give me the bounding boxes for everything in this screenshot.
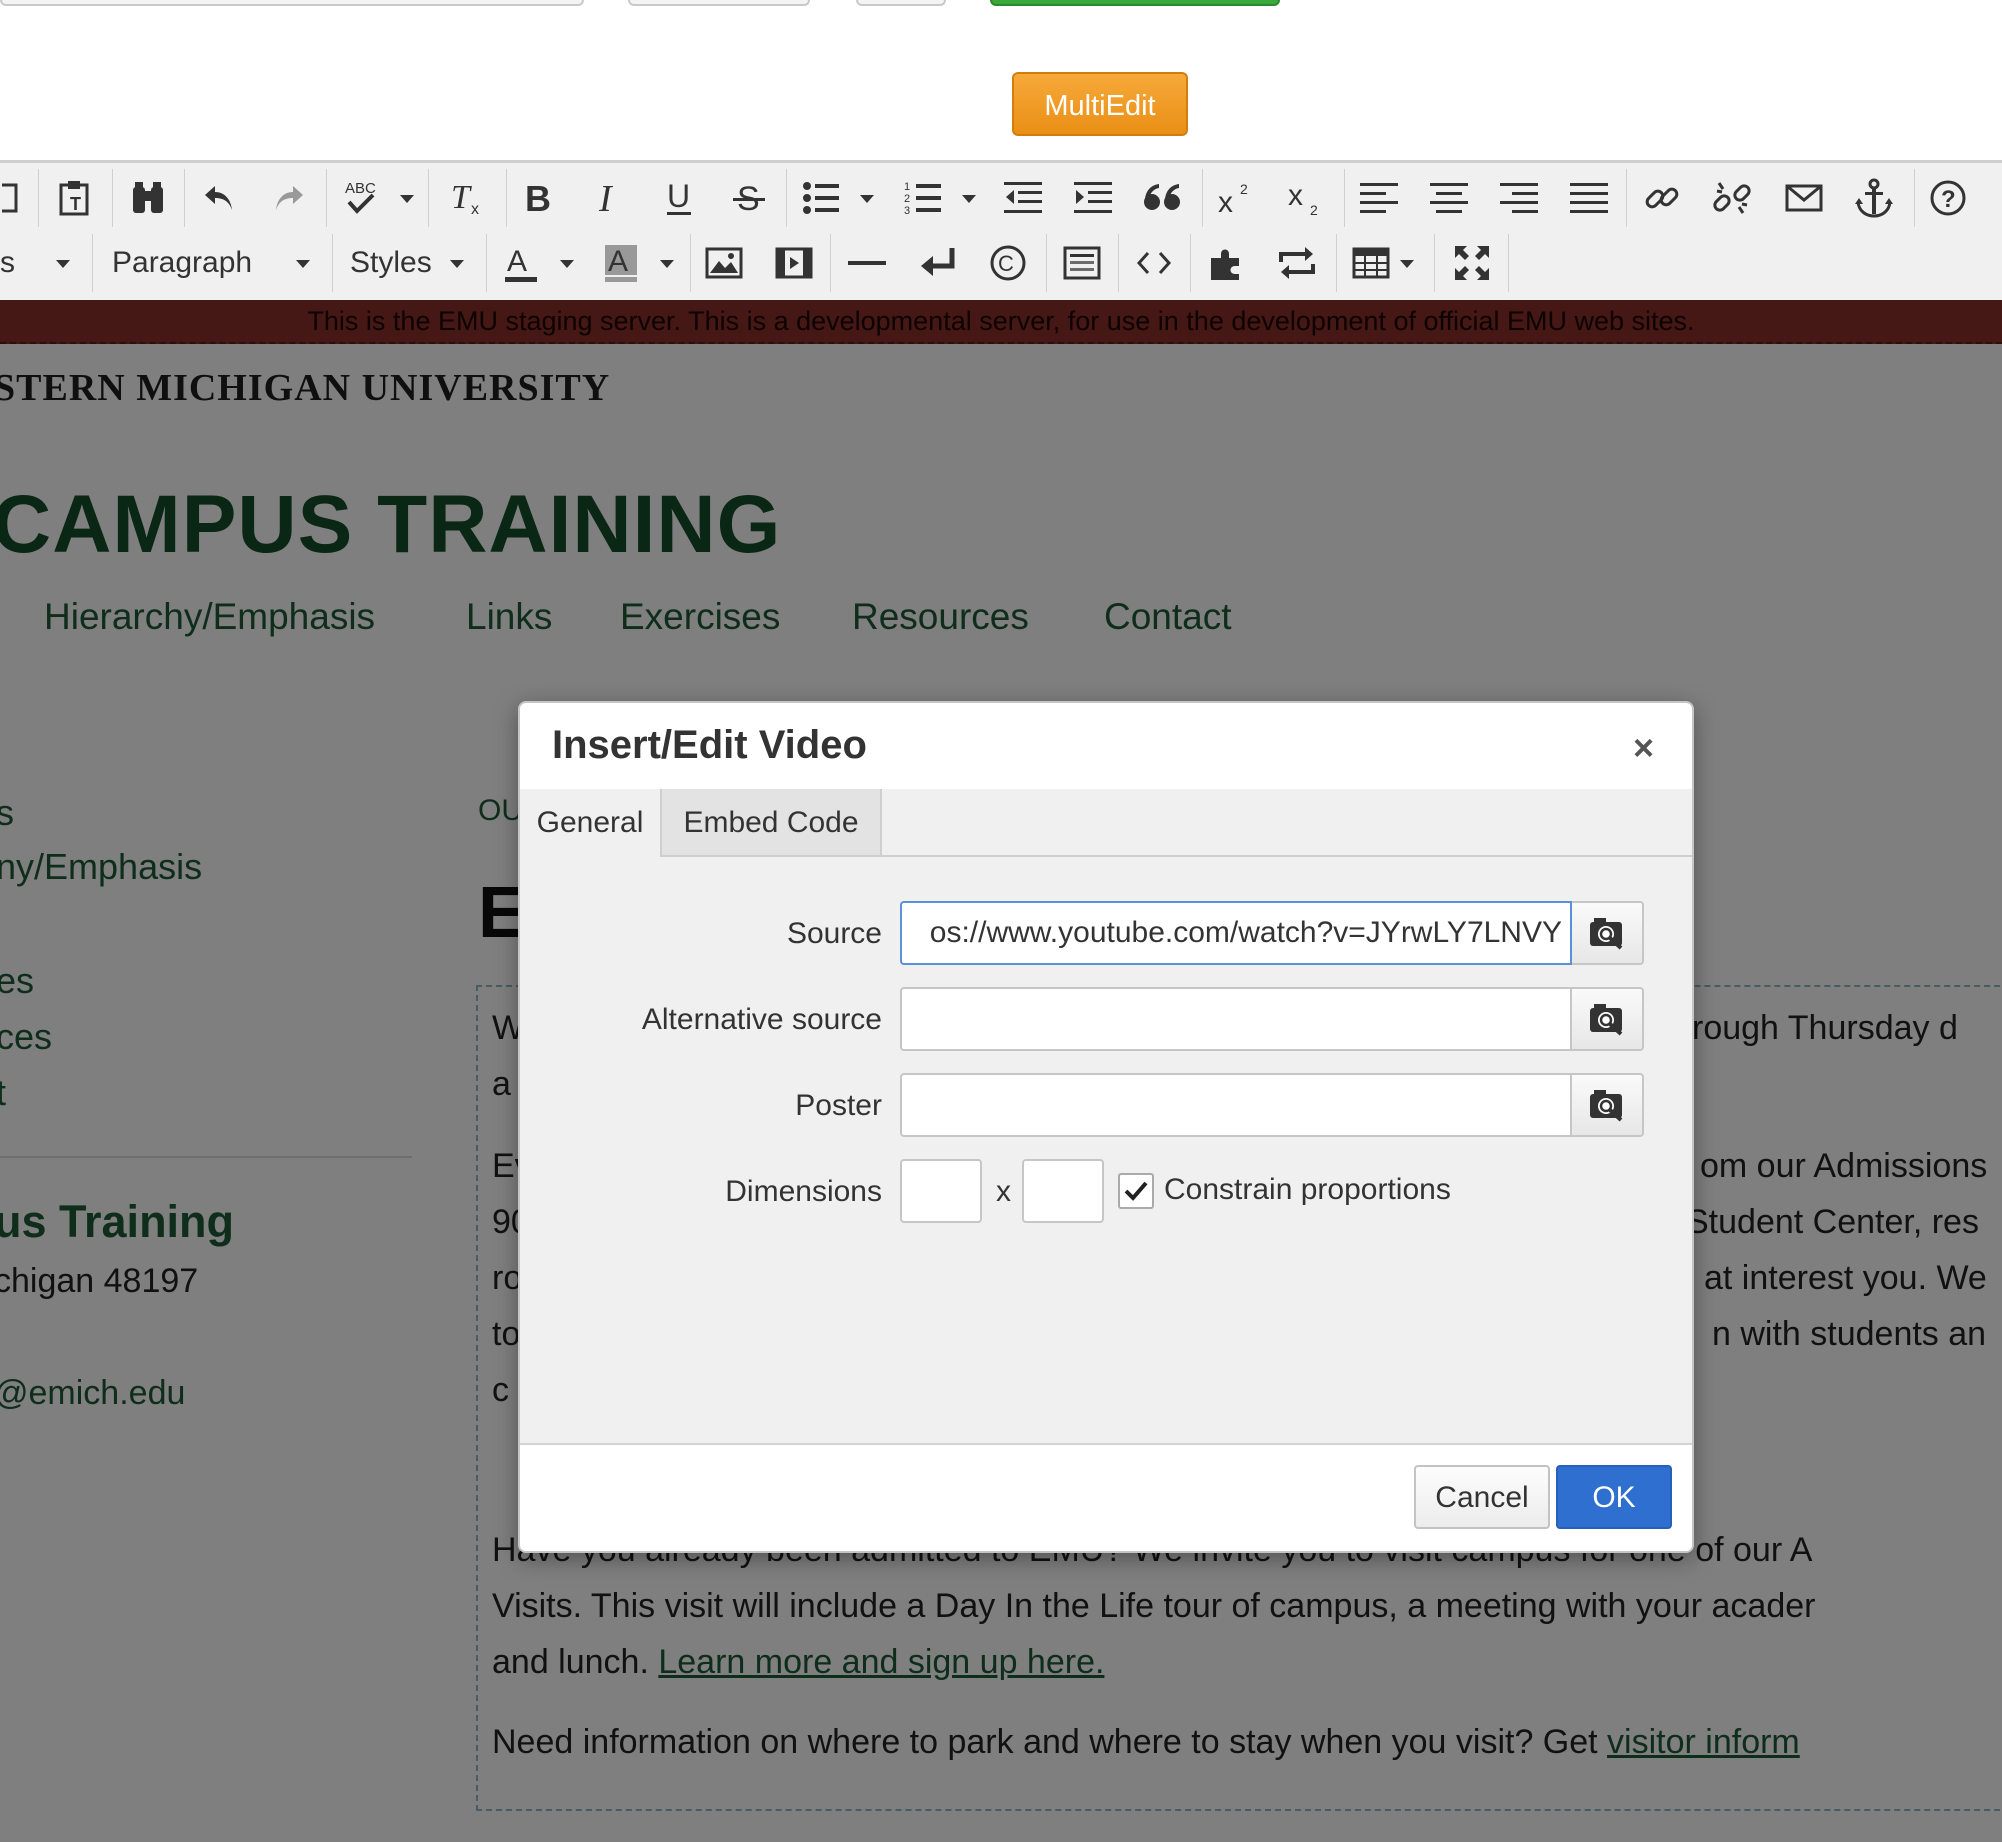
svg-text:2: 2 bbox=[1240, 181, 1248, 197]
fullscreen-icon[interactable] bbox=[1444, 230, 1500, 296]
alt-source-label: Alternative source bbox=[641, 1003, 882, 1036]
dialog-footer: Cancel OK bbox=[520, 1443, 1692, 1551]
close-icon[interactable]: × bbox=[1633, 727, 1654, 769]
superscript-icon[interactable]: x2 bbox=[1208, 165, 1262, 231]
svg-text:I: I bbox=[598, 180, 614, 216]
source-code-icon[interactable] bbox=[1126, 230, 1182, 296]
svg-text:x: x bbox=[471, 201, 479, 218]
source-value: os://www.youtube.com/watch?v=JYrwLY7LNVY bbox=[929, 916, 1562, 949]
top-save-stub[interactable] bbox=[990, 0, 1280, 6]
constrain-proportions-checkbox[interactable] bbox=[1118, 1173, 1154, 1209]
unlink-icon[interactable] bbox=[1704, 165, 1760, 231]
clear-formatting-icon[interactable]: Tx bbox=[440, 165, 494, 231]
top-strip: MultiEdit bbox=[0, 0, 2002, 160]
background-color-icon[interactable]: A bbox=[596, 230, 646, 296]
svg-text:x: x bbox=[1218, 186, 1233, 216]
svg-text:A: A bbox=[507, 245, 527, 278]
block-format-dropdown[interactable]: Paragraph bbox=[112, 230, 252, 296]
top-tab-stub[interactable] bbox=[856, 0, 946, 6]
help-icon[interactable]: ? bbox=[1920, 165, 1976, 231]
strikethrough-icon[interactable]: S bbox=[724, 165, 774, 231]
alt-source-input[interactable] bbox=[900, 987, 1572, 1051]
dimension-separator: x bbox=[996, 1175, 1011, 1208]
blockquote-icon[interactable] bbox=[1136, 165, 1190, 231]
align-right-icon[interactable] bbox=[1492, 165, 1546, 231]
svg-text:C: C bbox=[998, 251, 1014, 276]
anchor-icon[interactable] bbox=[1846, 165, 1902, 231]
browse-icon bbox=[1590, 1090, 1623, 1122]
text-color-icon[interactable]: A bbox=[496, 230, 546, 296]
svg-text:1: 1 bbox=[904, 181, 910, 193]
table-icon[interactable] bbox=[1346, 230, 1396, 296]
height-input[interactable] bbox=[1022, 1159, 1104, 1223]
svg-text:3: 3 bbox=[904, 205, 910, 216]
width-input[interactable] bbox=[900, 1159, 982, 1223]
svg-text:U: U bbox=[667, 179, 690, 214]
align-justify-icon[interactable] bbox=[1562, 165, 1616, 231]
format-dropdown-label[interactable]: s bbox=[0, 230, 15, 296]
constrain-proportions-label[interactable]: Constrain proportions bbox=[1164, 1173, 1451, 1207]
copy-icon[interactable] bbox=[0, 165, 24, 231]
find-replace-icon[interactable] bbox=[120, 165, 176, 231]
special-character-icon[interactable]: C bbox=[980, 230, 1036, 296]
editor-toolbar: T ABC Tx B I U S 1 2 3 x 2 x 2 ? s Parag… bbox=[0, 160, 2002, 300]
email-icon[interactable] bbox=[1776, 165, 1832, 231]
tab-embed-code[interactable]: Embed Code bbox=[662, 789, 882, 855]
svg-text:A: A bbox=[608, 245, 628, 278]
cancel-button[interactable]: Cancel bbox=[1414, 1465, 1550, 1529]
undo-icon[interactable] bbox=[192, 165, 246, 231]
align-center-icon[interactable] bbox=[1422, 165, 1476, 231]
dialog-title: Insert/Edit Video bbox=[552, 723, 867, 767]
browse-icon bbox=[1590, 1004, 1623, 1036]
svg-text:x: x bbox=[1288, 179, 1303, 212]
bullet-list-icon[interactable] bbox=[796, 165, 846, 231]
bold-icon[interactable]: B bbox=[512, 165, 562, 231]
replace-icon[interactable] bbox=[1268, 230, 1326, 296]
horizontal-rule-icon[interactable] bbox=[840, 230, 894, 296]
tab-general[interactable]: General bbox=[520, 789, 662, 857]
source-browse-button[interactable] bbox=[1572, 901, 1644, 965]
subscript-icon[interactable]: x2 bbox=[1278, 165, 1332, 231]
redo-icon[interactable] bbox=[262, 165, 316, 231]
insert-image-icon[interactable] bbox=[698, 230, 750, 296]
svg-text:?: ? bbox=[1941, 186, 1956, 213]
source-input[interactable]: os://www.youtube.com/watch?v=JYrwLY7LNVY bbox=[900, 901, 1572, 965]
source-label: Source bbox=[786, 917, 882, 950]
styles-dropdown[interactable]: Styles bbox=[350, 230, 432, 296]
alt-source-browse-button[interactable] bbox=[1572, 987, 1644, 1051]
browse-icon bbox=[1590, 918, 1623, 950]
numbered-list-icon[interactable]: 123 bbox=[898, 165, 948, 231]
svg-text:T: T bbox=[451, 179, 472, 216]
underline-icon[interactable]: U bbox=[654, 165, 704, 231]
template-icon[interactable] bbox=[1054, 230, 1110, 296]
dialog-body: General Embed Code Source os://www.youtu… bbox=[520, 789, 1692, 1443]
paste-text-icon[interactable]: T bbox=[48, 165, 102, 231]
dialog-header: Insert/Edit Video × bbox=[520, 703, 1692, 791]
svg-text:B: B bbox=[525, 180, 551, 216]
plugin-icon[interactable] bbox=[1198, 230, 1254, 296]
insert-video-icon[interactable] bbox=[768, 230, 820, 296]
top-tab-stub[interactable] bbox=[628, 0, 810, 6]
poster-browse-button[interactable] bbox=[1572, 1073, 1644, 1137]
dimensions-label: Dimensions bbox=[725, 1175, 882, 1208]
spellcheck-icon[interactable]: ABC bbox=[338, 165, 388, 231]
italic-icon[interactable]: I bbox=[584, 165, 634, 231]
outdent-icon[interactable] bbox=[996, 165, 1050, 231]
line-break-icon[interactable] bbox=[910, 230, 966, 296]
link-icon[interactable] bbox=[1634, 165, 1690, 231]
dialog-tabs: General Embed Code bbox=[520, 789, 1692, 857]
top-tab-stub[interactable] bbox=[0, 0, 584, 6]
indent-icon[interactable] bbox=[1066, 165, 1120, 231]
svg-text:2: 2 bbox=[1310, 202, 1318, 217]
align-left-icon[interactable] bbox=[1352, 165, 1406, 231]
insert-edit-video-dialog: Insert/Edit Video × General Embed Code S… bbox=[518, 701, 1694, 1553]
ok-button[interactable]: OK bbox=[1556, 1465, 1672, 1529]
svg-text:2: 2 bbox=[904, 193, 910, 205]
multiedit-button[interactable]: MultiEdit bbox=[1012, 72, 1188, 136]
poster-input[interactable] bbox=[900, 1073, 1572, 1137]
svg-text:T: T bbox=[70, 194, 81, 214]
poster-label: Poster bbox=[795, 1089, 882, 1122]
check-icon bbox=[1124, 1181, 1148, 1201]
